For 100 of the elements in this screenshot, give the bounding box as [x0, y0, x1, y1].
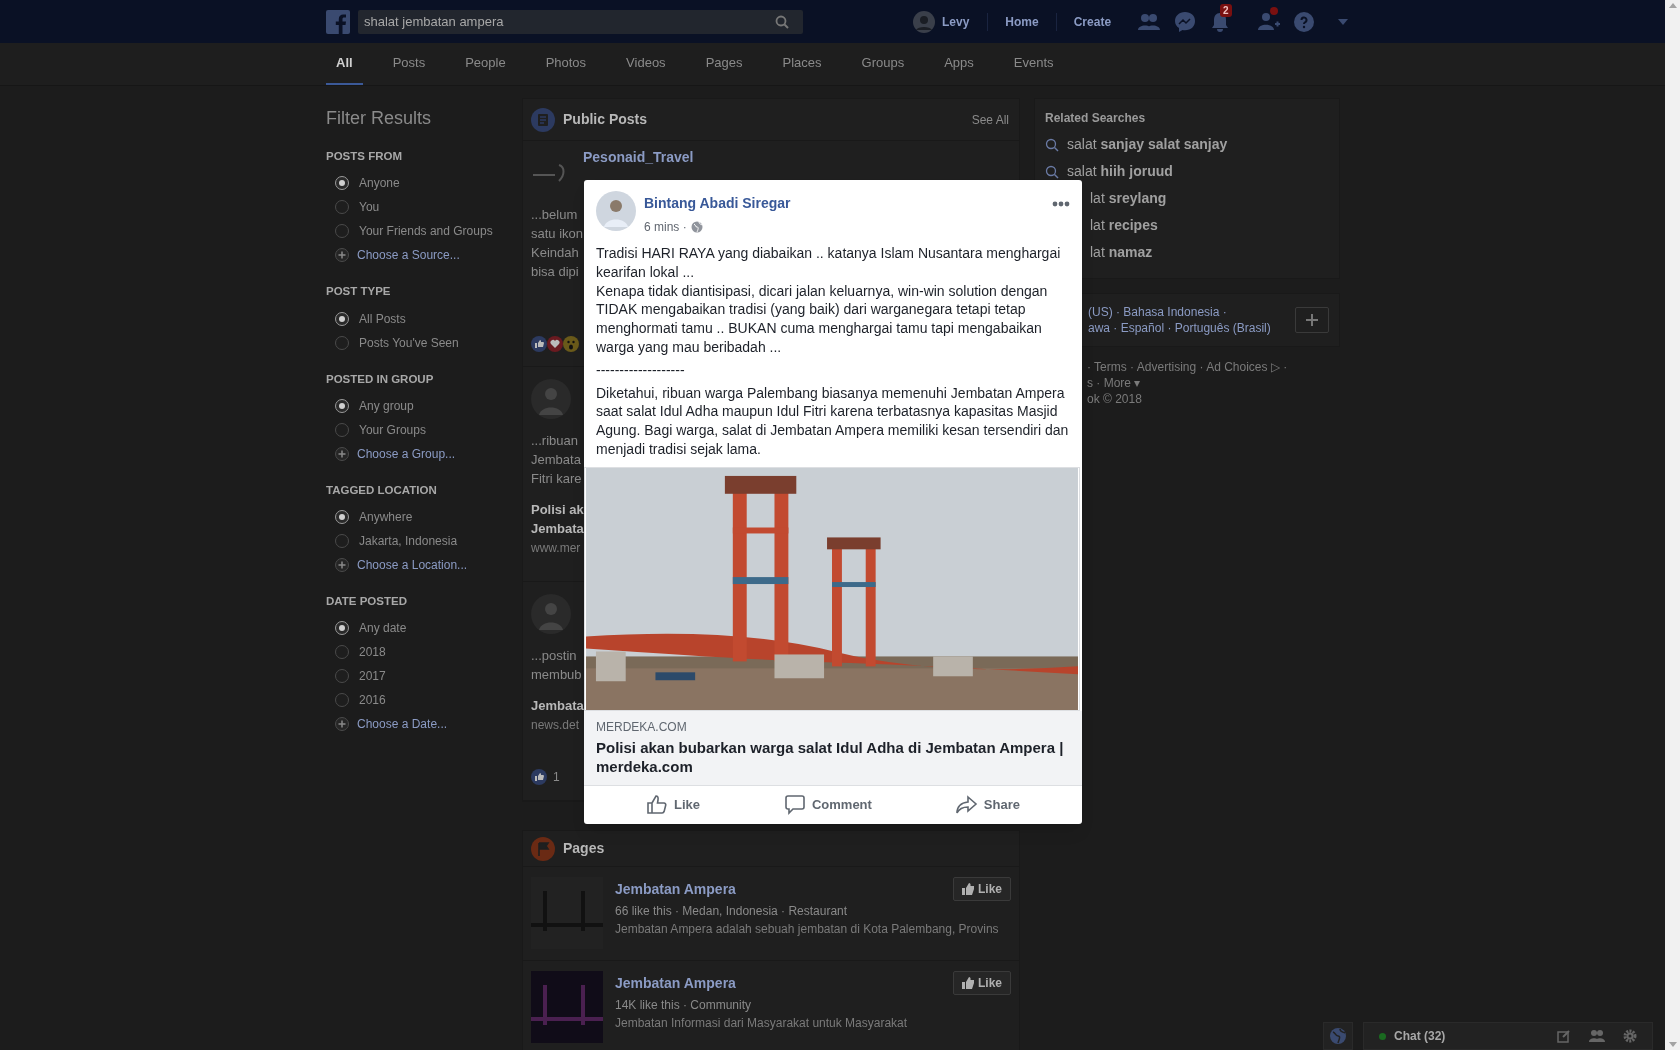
share-button[interactable]: Share	[947, 788, 1028, 821]
related-search-link[interactable]: lat sreylang	[1090, 188, 1167, 209]
related-search-link[interactable]: salat sanjay salat sanjay	[1067, 134, 1228, 155]
option-label[interactable]: 2018	[359, 643, 386, 662]
globe-icon	[1330, 1028, 1346, 1044]
radio-button[interactable]	[335, 311, 349, 326]
link-domain: news.det	[531, 717, 580, 734]
post-time[interactable]: 6 mins ·	[644, 218, 687, 236]
avatar-photo	[531, 594, 571, 634]
option-label[interactable]: All Posts	[359, 309, 406, 328]
speech-bubble-icon	[783, 794, 806, 816]
choose-link[interactable]: Choose a Group...	[357, 444, 456, 463]
option-label[interactable]: Any group	[359, 396, 414, 415]
search-tab[interactable]: Groups	[851, 43, 915, 85]
add-language-button[interactable]	[1295, 307, 1329, 333]
group-icon[interactable]	[1589, 1029, 1605, 1043]
radio-button[interactable]	[335, 645, 349, 660]
radio-button[interactable]	[335, 398, 349, 413]
nav-link[interactable]: Create	[1055, 12, 1129, 31]
search-tab[interactable]: Pages	[695, 43, 753, 85]
link-domain: www.mer	[531, 540, 581, 557]
radio-button[interactable]	[335, 335, 349, 350]
footer-links[interactable]: s · More ▾	[1087, 375, 1141, 391]
facebook-logo-icon[interactable]	[326, 9, 350, 34]
option-label[interactable]: Your Groups	[359, 420, 426, 439]
messenger-icon[interactable]	[1174, 10, 1197, 33]
page-name-link[interactable]: Jembatan Ampera	[615, 879, 736, 900]
radio-button[interactable]	[335, 510, 349, 524]
more-options-icon[interactable]	[1052, 201, 1070, 207]
choose-link[interactable]: Choose a Date...	[357, 715, 448, 734]
plus-icon	[335, 717, 349, 732]
option-label[interactable]: Any date	[359, 619, 407, 638]
choose-link[interactable]: Choose a Location...	[357, 556, 468, 574]
like-button[interactable]: Like	[953, 971, 1011, 995]
author-link[interactable]: Pesonaid_Travel	[583, 147, 694, 168]
related-search-link[interactable]: lat namaz	[1090, 242, 1153, 263]
radio-button[interactable]	[335, 669, 349, 684]
radio-button[interactable]	[335, 224, 349, 239]
avatar-icon[interactable]	[913, 10, 935, 33]
chat-label: Chat (32)	[1394, 1028, 1446, 1045]
language-button[interactable]	[1323, 1022, 1353, 1050]
search-tab[interactable]: Posts	[382, 43, 436, 85]
author-link[interactable]: Bintang Abadi Siregar	[644, 193, 791, 214]
option-label[interactable]: 2017	[359, 667, 386, 686]
snippet-text: ...postin	[531, 647, 577, 665]
compose-icon[interactable]	[1557, 1029, 1571, 1043]
chat-bar[interactable]: Chat (32)	[1363, 1022, 1653, 1050]
radio-button[interactable]	[335, 693, 349, 708]
snippet-text: Fitri kare	[531, 470, 582, 488]
search-tab[interactable]: People	[455, 43, 516, 85]
posts-icon	[531, 107, 555, 132]
option-label[interactable]: Anywhere	[359, 508, 413, 526]
surprised-face-icon	[563, 336, 579, 352]
radio-button[interactable]	[335, 621, 349, 636]
option-label[interactable]: Jakarta, Indonesia	[359, 532, 458, 550]
flag-icon	[531, 836, 555, 861]
search-tab[interactable]: Videos	[616, 43, 676, 85]
friends-icon[interactable]	[1138, 12, 1161, 31]
search-tab[interactable]: Photos	[535, 43, 597, 85]
section-heading: POST TYPE	[326, 284, 391, 300]
help-icon[interactable]	[1294, 11, 1315, 32]
related-search-link[interactable]: salat hiih joruud	[1067, 161, 1173, 182]
search-tab[interactable]: Events	[1003, 43, 1064, 85]
link-title[interactable]: Polisi ak	[531, 500, 584, 519]
section-heading: DATE POSTED	[326, 594, 407, 609]
language-links[interactable]: (US) · Bahasa Indonesia ·	[1088, 304, 1227, 320]
radio-button[interactable]	[335, 200, 349, 215]
link-preview[interactable]: MERDEKA.COM Polisi akan bubarkan warga salat Idul Adha di Jembatan Ampera | merdeka.com	[584, 710, 1082, 786]
link-domain: MERDEKA.COM	[596, 718, 687, 736]
option-label[interactable]: Posts You've Seen	[359, 333, 459, 352]
search-tab[interactable]: Places	[772, 43, 832, 85]
option-label[interactable]: You	[359, 198, 380, 217]
option-label[interactable]: Anyone	[359, 174, 400, 193]
comment-button[interactable]: Comment	[775, 788, 880, 821]
like-button[interactable]: Like	[953, 877, 1011, 901]
caret-icon[interactable]	[1338, 18, 1349, 25]
nav-link[interactable]: Home	[987, 12, 1056, 31]
footer-links[interactable]: ok © 2018	[1087, 391, 1142, 407]
radio-button[interactable]	[335, 422, 349, 437]
link-title[interactable]: Jembata	[531, 519, 584, 538]
related-search-link[interactable]: lat recipes	[1090, 215, 1158, 236]
like-button[interactable]: Like	[637, 788, 708, 821]
page-name-link[interactable]: Jembatan Ampera	[615, 973, 736, 994]
radio-button[interactable]	[335, 534, 349, 548]
search-field[interactable]: shalat jembatan ampera	[358, 9, 803, 34]
choose-link[interactable]: Choose a Source...	[357, 246, 460, 265]
search-tab[interactable]: All	[326, 43, 363, 85]
settings-icon[interactable]	[1623, 1029, 1637, 1043]
search-tab[interactable]: Apps	[934, 43, 984, 85]
post-text: Tradisi HARI RAYA yang diabaikan .. katanya Islam Nusantara menghargai kearifan lokal ... Kenapa tidak diantisipasi, dicari jalan keluarnya, win-win solution dengan TIDAK mengabaikan tradisi (yang baik) dari warganegara tetapi tetap menghormati tamu .. BUKAN cuma menghargai tamu tapi mengabaikan warga yang mau beribadah ...	[596, 244, 1062, 357]
option-label[interactable]: 2016	[359, 691, 386, 710]
see-all-link[interactable]: See All	[971, 110, 1009, 129]
option-label[interactable]: Your Friends and Groups	[359, 222, 493, 241]
profile-name-link[interactable]: Levy	[942, 12, 988, 31]
friend-request-icon[interactable]	[1258, 11, 1281, 32]
link-title[interactable]: Jembata	[531, 696, 584, 715]
radio-button[interactable]	[335, 176, 349, 191]
footer-links[interactable]: · Terms · Advertising · Ad Choices ▷ ·	[1087, 359, 1288, 375]
language-links[interactable]: awa · Español · Português (Brasil)	[1088, 320, 1271, 336]
post-text: Diketahui, ribuan warga Palembang biasanya memenuhi Jembatan Ampera saat salat Idul Adha maupun Idul Fitri karena terbatasnya kapasitas Masjid Agung. Bagi warga, salat di Jembatan Ampera memiliki kesan tersendiri dan menjadi tradisi sejak lama.	[596, 383, 1070, 459]
